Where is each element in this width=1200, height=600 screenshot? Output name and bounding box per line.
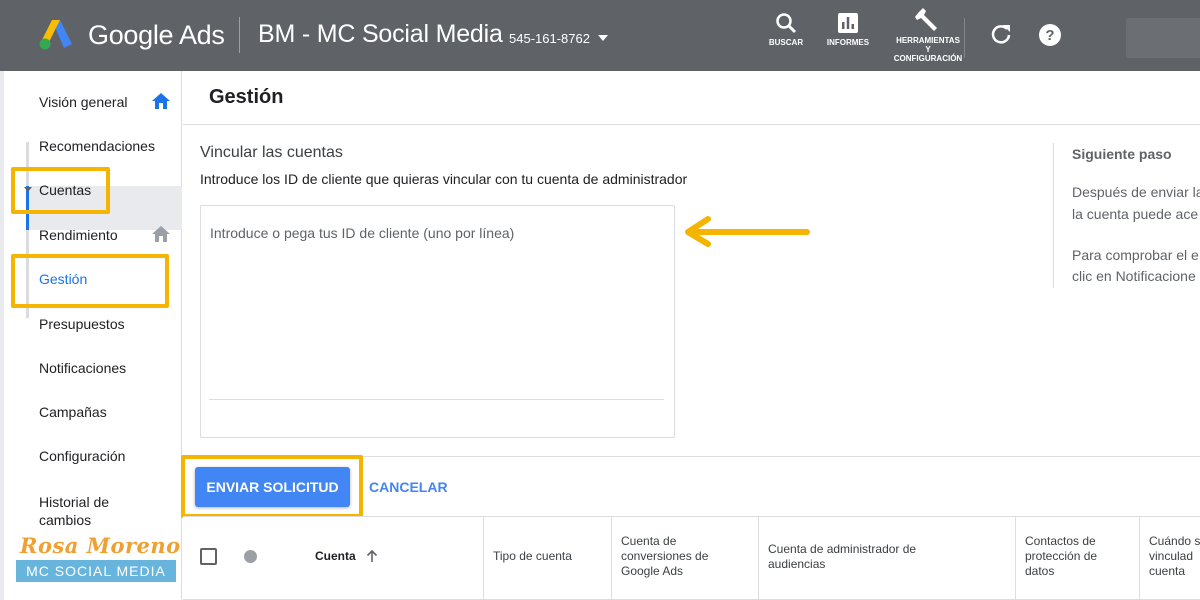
sidebar-item-notificaciones[interactable]: Notificaciones [39,360,126,376]
top-bar-field[interactable] [1126,18,1200,58]
tools-label-line-3: CONFIGURACIÓN [893,54,963,63]
send-request-button[interactable]: ENVIAR SOLICITUD [195,467,350,507]
sort-ascending-icon[interactable] [366,549,378,563]
caret-down-icon[interactable] [24,187,32,193]
google-ads-logo-icon[interactable] [38,18,74,50]
next-step-line-1: Después de enviar la [1072,184,1200,200]
historial-line-1: Historial de [39,494,110,510]
column-divider [1015,517,1016,600]
cuando-line-3: cuenta [1149,564,1186,578]
svg-text:?: ? [1045,27,1054,44]
link-section-description: Introduce los ID de cliente que quieras … [200,171,688,187]
cancel-button[interactable]: CANCELAR [369,479,448,495]
watermark-tagline: MC SOCIAL MEDIA [16,560,176,582]
column-header-admin-audiencias[interactable]: Cuenta de administrador de audiencias [768,542,916,572]
sidebar-item-cuentas[interactable]: Cuentas [39,182,91,198]
home-icon [152,226,170,242]
column-divider [758,517,759,600]
toolbar-divider [964,18,965,58]
sidebar-left-border [0,71,4,600]
actions-divider [183,456,1200,457]
refresh-icon[interactable] [990,23,1012,45]
next-step-divider [1053,143,1054,288]
account-dropdown-icon[interactable] [598,35,608,41]
tools-settings-button[interactable]: HERRAMIENTAS Y CONFIGURACIÓN [888,8,968,63]
audiencias-line-1: Cuenta de administrador de [768,542,917,556]
search-tool-button[interactable]: BUSCAR [768,12,804,47]
sidebar-item-presupuestos[interactable]: Presupuestos [39,316,125,332]
sidebar-item-recomendaciones[interactable]: Recomendaciones [39,138,155,154]
sidebar-item-historial[interactable]: Historial de cambios [39,493,109,529]
contactos-line-3: datos [1025,564,1055,578]
account-id[interactable]: 545-161-8762 [509,31,590,46]
column-header-contactos[interactable]: Contactos de protección de datos [1025,534,1097,579]
next-step-title: Siguiente paso [1072,146,1172,162]
column-header-cuenta[interactable]: Cuenta [315,549,356,564]
home-icon [152,93,170,109]
sidebar-item-gestion[interactable]: Gestión [39,271,87,287]
contactos-line-2: protección de [1025,549,1098,563]
column-divider [611,517,612,600]
column-divider [483,517,484,600]
column-divider [1139,517,1140,600]
search-icon [776,13,797,34]
help-icon[interactable]: ? [1038,23,1062,47]
account-name[interactable]: BM - MC Social Media [258,20,503,49]
watermark-name: Rosa Moreno [20,533,181,558]
next-step-line-3: Para comprobar el e [1072,247,1199,263]
tools-label-line-1: HERRAMIENTAS [896,36,960,45]
page-header [183,71,1200,125]
historial-line-2: cambios [39,512,92,528]
sidebar-item-rendimiento[interactable]: Rendimiento [39,227,118,243]
reports-tool-button[interactable]: INFORMES [825,12,871,47]
select-all-checkbox[interactable] [200,548,217,565]
reports-icon [838,13,858,33]
textarea-underline [209,399,664,400]
sidebar-item-configuracion[interactable]: Configuración [39,448,125,464]
next-step-line-4: clic en Notificacione [1072,268,1196,284]
conversiones-line-1: Cuenta de [621,534,677,548]
wrench-icon [915,8,937,31]
tools-label-line-2: Y [925,45,931,54]
sidebar-item-campanas[interactable]: Campañas [39,404,107,420]
page-title: Gestión [209,86,284,108]
brand-divider [239,17,240,53]
column-header-conversiones[interactable]: Cuenta de conversiones de Google Ads [621,534,708,579]
status-dot-icon [244,550,257,563]
next-step-line-2: la cuenta puede ace [1072,206,1199,222]
search-tool-label: BUSCAR [768,38,804,47]
textarea-placeholder: Introduce o pega tus ID de cliente (uno … [210,225,515,241]
audiencias-line-2: audiencias [768,557,826,571]
cuando-line-1: Cuándo s [1149,534,1200,548]
column-header-tipo-cuenta[interactable]: Tipo de cuenta [493,549,572,564]
brand-name[interactable]: Google Ads [88,20,225,51]
conversiones-line-3: Google Ads [621,564,684,578]
submenu-line [26,142,29,318]
link-section-title: Vincular las cuentas [200,144,343,161]
contactos-line-1: Contactos de [1025,534,1096,548]
column-header-cuando[interactable]: Cuándo s vinculad cuenta [1149,534,1200,579]
sidebar-item-vision-general[interactable]: Visión general [39,94,127,110]
annotation-arrow-icon [685,216,810,247]
reports-tool-label: INFORMES [826,38,870,47]
conversiones-line-2: conversiones de [621,549,709,563]
cuando-line-2: vinculad [1149,549,1194,563]
